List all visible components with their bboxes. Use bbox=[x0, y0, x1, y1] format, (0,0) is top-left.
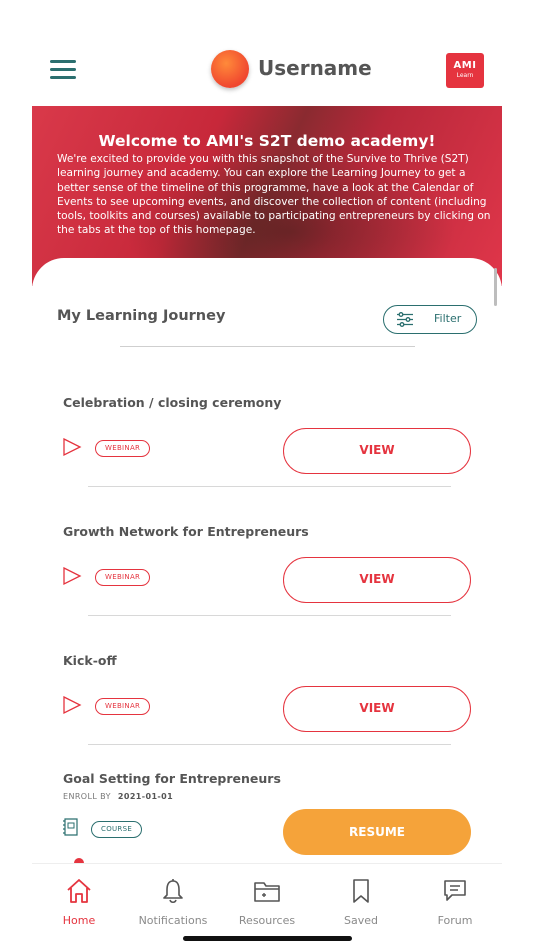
webinar-tag: WEBINAR bbox=[95, 698, 151, 715]
chat-icon bbox=[444, 880, 466, 901]
play-icon bbox=[63, 695, 82, 715]
webinar-tag: WEBINAR bbox=[95, 569, 151, 586]
journey-item: Celebration / closing ceremony WEBINAR V… bbox=[32, 395, 502, 525]
enroll-by: ENROLL BY 2021-01-01 bbox=[63, 792, 173, 801]
webinar-tag: WEBINAR bbox=[95, 440, 151, 457]
divider bbox=[88, 744, 451, 745]
divider bbox=[88, 615, 451, 616]
scrollbar[interactable] bbox=[494, 268, 497, 306]
tab-label: Resources bbox=[238, 914, 296, 927]
username-label: Username bbox=[258, 56, 372, 80]
divider bbox=[88, 486, 451, 487]
course-book-icon bbox=[63, 818, 78, 836]
tab-label: Notifications bbox=[138, 914, 208, 927]
course-tag: COURSE bbox=[91, 821, 143, 838]
tab-home[interactable]: Home bbox=[39, 864, 119, 934]
item-title: Kick-off bbox=[63, 653, 117, 668]
banner-text: We're excited to provide you with this s… bbox=[57, 153, 491, 237]
logo-line2: Learn bbox=[456, 72, 474, 79]
view-button[interactable]: VIEW bbox=[283, 686, 471, 732]
sliders-icon bbox=[397, 312, 413, 327]
filter-button[interactable]: Filter bbox=[383, 305, 477, 334]
home-indicator[interactable] bbox=[183, 936, 352, 941]
app-header: Username AMI Learn bbox=[0, 0, 534, 106]
item-title: Goal Setting for Entrepreneurs bbox=[63, 771, 281, 786]
learning-journey-card: My Learning Journey Filter Celebration /… bbox=[32, 258, 502, 864]
item-title: Celebration / closing ceremony bbox=[63, 395, 282, 410]
tab-notifications[interactable]: Notifications bbox=[133, 864, 213, 934]
section-title: My Learning Journey bbox=[57, 308, 226, 324]
bell-icon bbox=[163, 879, 183, 904]
home-icon bbox=[67, 879, 91, 903]
divider bbox=[120, 346, 415, 347]
view-button[interactable]: VIEW bbox=[283, 428, 471, 474]
journey-item: Goal Setting for Entrepreneurs ENROLL BY… bbox=[32, 771, 502, 864]
logo-line1: AMI bbox=[453, 60, 477, 71]
play-icon bbox=[63, 566, 82, 586]
enroll-date: 2021-01-01 bbox=[117, 792, 174, 801]
tab-label: Saved bbox=[344, 914, 378, 927]
enroll-label: ENROLL BY bbox=[63, 792, 111, 801]
tab-label: Home bbox=[62, 914, 96, 927]
journey-item: Kick-off WEBINAR VIEW bbox=[32, 653, 502, 783]
bookmark-icon bbox=[353, 879, 369, 903]
resume-button[interactable]: RESUME bbox=[283, 809, 471, 855]
tab-saved[interactable]: Saved bbox=[321, 864, 401, 934]
item-title: Growth Network for Entrepreneurs bbox=[63, 524, 309, 539]
hamburger-menu-icon[interactable] bbox=[50, 58, 78, 82]
tab-forum[interactable]: Forum bbox=[415, 864, 495, 934]
tab-resources[interactable]: Resources bbox=[227, 864, 307, 934]
journey-item: Growth Network for Entrepreneurs WEBINAR… bbox=[32, 524, 502, 654]
ami-learn-logo: AMI Learn bbox=[446, 53, 484, 88]
banner-title: Welcome to AMI's S2T demo academy! bbox=[98, 132, 436, 150]
play-icon bbox=[63, 437, 82, 457]
avatar[interactable] bbox=[211, 50, 249, 88]
view-button[interactable]: VIEW bbox=[283, 557, 471, 603]
filter-label: Filter bbox=[434, 312, 462, 325]
tab-label: Forum bbox=[437, 914, 473, 927]
folder-icon bbox=[254, 882, 280, 902]
